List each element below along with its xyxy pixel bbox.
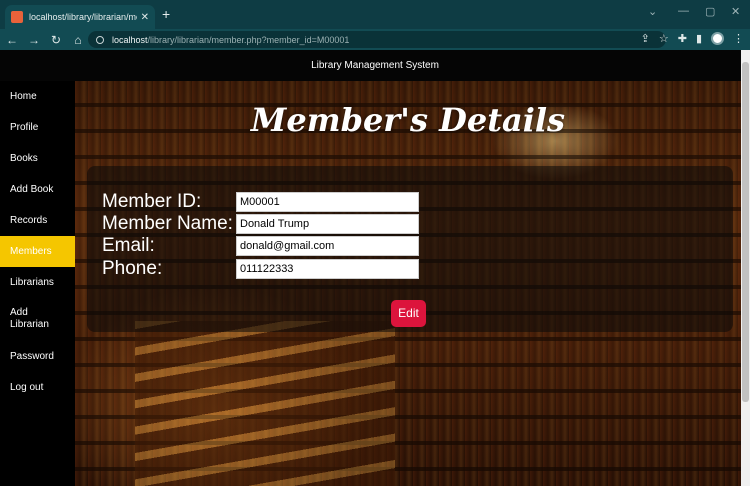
- url-text: localhost/library/librarian/member.php?m…: [112, 35, 349, 45]
- sidebar-item-home[interactable]: Home: [0, 81, 75, 112]
- background-stairs: [135, 321, 395, 486]
- sidebar-item-log-out[interactable]: Log out: [0, 372, 75, 403]
- main-content: Member's Details Member ID: Member Name:…: [75, 81, 741, 486]
- edit-button[interactable]: Edit: [391, 300, 426, 327]
- sidebar-item-members[interactable]: Members: [0, 236, 75, 267]
- email-label: Email:: [102, 235, 155, 256]
- bookmark-star-icon[interactable]: ☆: [659, 32, 669, 45]
- sidebar-item-records[interactable]: Records: [0, 205, 75, 236]
- member-name-field[interactable]: [236, 214, 419, 234]
- new-tab-button[interactable]: +: [162, 7, 170, 21]
- reload-icon[interactable]: ↻: [46, 33, 66, 47]
- email-row: Email:: [102, 235, 419, 257]
- email-field[interactable]: [236, 236, 419, 256]
- phone-field[interactable]: [236, 259, 419, 279]
- menu-icon[interactable]: ⋮: [733, 32, 744, 45]
- sidebar-item-add-book[interactable]: Add Book: [0, 174, 75, 205]
- address-bar[interactable]: localhost/library/librarian/member.php?m…: [88, 31, 666, 48]
- sidebar-item-profile[interactable]: Profile: [0, 112, 75, 143]
- side-panel-icon[interactable]: ▮: [696, 32, 702, 45]
- member-name-row: Member Name:: [102, 213, 419, 235]
- extensions-icon[interactable]: ✚: [678, 32, 687, 45]
- favicon-icon: [11, 11, 23, 23]
- sidebar-item-password[interactable]: Password: [0, 341, 75, 372]
- sidebar: Home Profile Books Add Book Records Memb…: [0, 81, 75, 486]
- page-title: Member's Details: [250, 101, 566, 139]
- sidebar-item-add-librarian[interactable]: Add Librarian: [0, 298, 60, 341]
- share-icon[interactable]: ⇪: [641, 32, 650, 45]
- maximize-icon[interactable]: ▢: [705, 5, 715, 18]
- site-header: Library Management System: [0, 50, 750, 81]
- phone-label: Phone:: [102, 258, 163, 279]
- close-window-icon[interactable]: ✕: [731, 5, 740, 18]
- site-title: Library Management System: [311, 60, 439, 71]
- minimize-icon[interactable]: —: [678, 5, 689, 17]
- member-id-label: Member ID:: [102, 191, 202, 212]
- scrollbar-thumb[interactable]: [742, 62, 749, 402]
- sidebar-item-books[interactable]: Books: [0, 143, 75, 174]
- close-tab-icon[interactable]: ✕: [141, 12, 149, 23]
- home-icon[interactable]: ⌂: [68, 33, 88, 47]
- browser-toolbar: ← → ↻ ⌂ localhost/library/librarian/memb…: [0, 29, 750, 50]
- page-scrollbar[interactable]: [741, 50, 750, 486]
- url-host: localhost: [112, 34, 148, 45]
- member-id-field[interactable]: [236, 192, 419, 212]
- member-name-label: Member Name:: [102, 213, 233, 234]
- browser-tabbar: localhost/library/librarian/memb ✕ + ⌄ —…: [0, 0, 750, 29]
- sidebar-item-librarians[interactable]: Librarians: [0, 267, 75, 298]
- site-info-icon[interactable]: [96, 35, 104, 44]
- url-path: /library/librarian/member.php?member_id=…: [147, 34, 350, 45]
- tab-title: localhost/library/librarian/memb: [29, 12, 137, 22]
- tab-search-icon[interactable]: ⌄: [648, 5, 657, 18]
- browser-tab[interactable]: localhost/library/librarian/memb ✕: [5, 5, 155, 29]
- back-icon[interactable]: ←: [2, 33, 22, 47]
- phone-row: Phone:: [102, 258, 419, 280]
- profile-avatar[interactable]: [711, 32, 724, 45]
- forward-icon[interactable]: →: [24, 33, 44, 47]
- member-id-row: Member ID:: [102, 191, 419, 213]
